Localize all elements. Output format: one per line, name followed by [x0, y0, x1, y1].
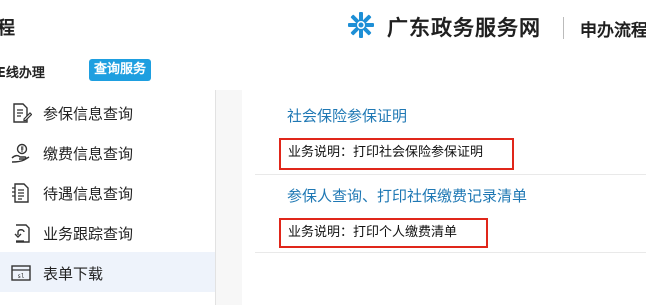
content-gutter — [216, 90, 242, 305]
service-description-highlight: 业务说明：打印社会保险参保证明 — [279, 138, 514, 170]
sidebar-item-benefit-info[interactable]: 待遇信息查询 — [0, 172, 215, 212]
sidebar-item-payment-info[interactable]: 缴费信息查询 — [0, 132, 215, 172]
sidebar-item-label: 参保信息查询 — [43, 105, 134, 123]
process-link[interactable]: 申办流程 — [580, 16, 646, 41]
row-divider — [255, 174, 646, 175]
document-list-icon — [12, 183, 29, 203]
site-logo-icon — [348, 12, 374, 38]
sidebar: 参保信息查询 缴费信息查询 待遇信息查询 业务跟踪查询 sl 表单下载 — [0, 90, 216, 305]
tracking-arrow-icon — [14, 224, 30, 243]
row-divider — [255, 252, 646, 253]
header-divider — [563, 17, 564, 39]
header-left-text: 程 — [0, 18, 15, 39]
top-header: 程 广东政务服务网 申办流程 — [0, 0, 646, 53]
sidebar-item-label: 表单下载 — [43, 265, 104, 283]
service-title-link[interactable]: 社会保险参保证明 — [287, 105, 407, 126]
sidebar-item-label: 缴费信息查询 — [43, 145, 134, 163]
service-description-highlight: 业务说明：打印个人缴费清单 — [279, 218, 488, 248]
sidebar-item-label: 待遇信息查询 — [43, 185, 134, 203]
hand-coin-icon — [11, 143, 30, 163]
sidebar-item-label: 业务跟踪查询 — [43, 225, 134, 243]
site-name[interactable]: 广东政务服务网 — [387, 12, 541, 42]
service-description: 业务说明：打印个人缴费清单 — [288, 225, 458, 240]
service-description: 业务说明：打印社会保险参保证明 — [288, 145, 484, 160]
sidebar-item-form-download[interactable]: sl 表单下载 — [0, 252, 215, 292]
online-service-label: E线办理 — [0, 66, 45, 81]
document-edit-icon — [13, 103, 32, 123]
query-service-tab[interactable]: 查询服务 — [89, 59, 152, 81]
form-download-icon: sl — [11, 265, 31, 281]
sidebar-item-business-tracking[interactable]: 业务跟踪查询 — [0, 212, 215, 252]
sidebar-item-insurance-info[interactable]: 参保信息查询 — [0, 92, 215, 132]
service-title-link[interactable]: 参保人查询、打印社保缴费记录清单 — [287, 185, 527, 206]
svg-text:sl: sl — [17, 273, 25, 280]
